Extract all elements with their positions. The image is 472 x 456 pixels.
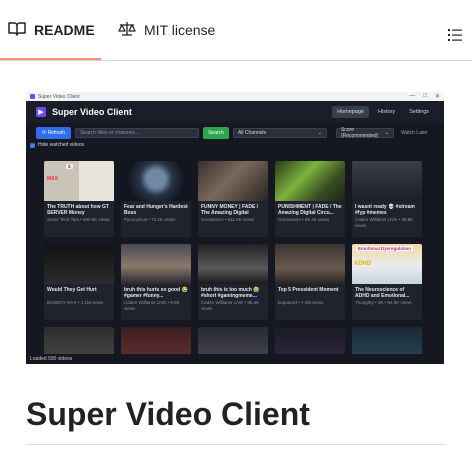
window-controls: — □ ✕ [409, 93, 440, 100]
window-titlebar: Super Video Client — □ ✕ [26, 92, 444, 101]
scale-icon [118, 21, 136, 40]
checkbox-checked-icon[interactable]: ✓ [30, 142, 35, 148]
video-thumbnail[interactable] [275, 244, 345, 284]
video-title[interactable]: bruh this hurts so good 😭 #gamer #funny.… [121, 284, 191, 299]
video-title[interactable]: Fear and Hunger's Hardest Boss [121, 201, 191, 216]
tab-readme-label: README [34, 22, 95, 38]
video-card[interactable]: I wasnt ready 💀 #stream #fyp #memes Cade… [352, 161, 422, 237]
app-icon [30, 94, 35, 99]
heading-divider [26, 444, 446, 445]
video-title[interactable]: I wasnt ready 💀 #stream #fyp #memes [352, 201, 422, 216]
video-card[interactable]: Top 5 Pressident Moment bsquared • 7.4M … [275, 244, 345, 320]
thumbnail-badge: Emotional Dysregulation [356, 246, 414, 251]
video-thumbnail[interactable] [198, 244, 268, 284]
nav-homepage[interactable]: Homepage [332, 106, 369, 118]
app-header: ▶ Super Video Client Homepage History Se… [26, 101, 444, 123]
sort-select-value: Score (Recommended) [340, 127, 379, 139]
search-input[interactable]: Search titles or channels... [75, 128, 200, 138]
maximize-icon[interactable]: □ [423, 93, 427, 100]
video-thumbnail[interactable] [121, 161, 191, 201]
video-meta: Some Tech Tips • 280.5K views [47, 217, 110, 222]
video-meta: Caden Williams LIVE • 85.4K views [201, 300, 260, 311]
app-screenshot: Super Video Client — □ ✕ ▶ Super Video C… [26, 92, 444, 364]
book-icon [8, 21, 26, 40]
video-meta: Caden Williams LIVE • 6.8K views [124, 300, 180, 311]
video-thumbnail[interactable]: MAX $ [44, 161, 114, 201]
toolbar: ⟳ Refresh Search titles or channels... S… [26, 123, 444, 141]
video-thumbnail[interactable] [275, 161, 345, 201]
nav-history[interactable]: History [373, 106, 400, 118]
video-title[interactable]: bruh this is too much 😭 #short #gamingme… [198, 284, 268, 299]
channel-select[interactable]: All Channels ⌄ [232, 128, 327, 138]
video-thumbnail[interactable]: Emotional Dysregulation ADHD [352, 244, 422, 284]
video-meta: bsquared • 7.4M views [278, 300, 324, 305]
refresh-button[interactable]: ⟳ Refresh [36, 127, 72, 139]
nav-settings[interactable]: Settings [404, 106, 434, 118]
search-button[interactable]: Search [203, 127, 229, 139]
video-card[interactable]: Fear and Hunger's Hardest Boss Pyrocynic… [121, 161, 191, 237]
watch-later-link[interactable]: Watch Later [401, 130, 428, 136]
list-icon[interactable] [448, 28, 462, 47]
video-card[interactable]: PUNISHMENT | FADE / The Amazing Digital … [275, 161, 345, 237]
video-meta: Gooseworx • 69.3K views [278, 217, 330, 222]
tab-readme[interactable]: README [8, 0, 95, 60]
active-tab-indicator [0, 58, 101, 60]
tab-license-label: MIT license [144, 22, 216, 38]
video-thumbnail[interactable] [198, 161, 268, 201]
video-meta: Caden Williams LIVE • 36.9K views [355, 217, 414, 228]
video-thumbnail[interactable] [121, 244, 191, 284]
hide-watched-label: Hide watched videos [38, 142, 85, 148]
video-card[interactable]: bruh this is too much 😭 #short #gamingme… [198, 244, 268, 320]
video-title[interactable]: FUNNY MONEY | FADE / The Amazing Digital… [198, 201, 268, 216]
video-card[interactable]: MAX $ The TRUTH about how GT SERVER Mone… [44, 161, 114, 237]
video-title[interactable]: Top 5 Pressident Moment [275, 284, 345, 299]
video-thumbnail[interactable] [352, 161, 422, 201]
video-title[interactable]: Would They Get Hurt [44, 284, 114, 299]
video-meta: Gooseworx • 511.6K views [201, 217, 255, 222]
video-card[interactable]: bruh this hurts so good 😭 #gamer #funny.… [121, 244, 191, 320]
chevron-down-icon: ⌄ [384, 130, 389, 136]
thumbnail-text: ADHD [354, 261, 372, 267]
video-thumbnail[interactable] [44, 244, 114, 284]
status-bar: Loaded 590 videos [26, 354, 444, 364]
play-logo-icon: ▶ [36, 107, 46, 117]
app-title: Super Video Client [52, 107, 132, 117]
video-card[interactable]: Emotional Dysregulation ADHD The Neurosc… [352, 244, 422, 320]
sort-select[interactable]: Score (Recommended) ⌄ [335, 127, 394, 139]
tab-license[interactable]: MIT license [118, 0, 215, 60]
minimize-icon[interactable]: — [409, 93, 415, 100]
close-icon[interactable]: ✕ [435, 93, 440, 100]
video-meta: Pyrocynical • 73.2K views [124, 217, 176, 222]
video-title[interactable]: The TRUTH about how GT SERVER Money [44, 201, 114, 216]
video-meta: BADBOY MAX • 1.1M views [47, 300, 104, 305]
video-card[interactable]: Would They Get Hurt BADBOY MAX • 1.1M vi… [44, 244, 114, 320]
window-title: Super Video Client [38, 93, 80, 100]
video-meta: Thoughty • 3K • 94.0K views [355, 300, 412, 305]
video-title[interactable]: PUNISHMENT | FADE / The Amazing Digital … [275, 201, 345, 216]
thumbnail-text: MAX [47, 176, 59, 182]
thumbnail-badge: $ [66, 164, 73, 169]
video-grid: MAX $ The TRUTH about how GT SERVER Mone… [44, 161, 422, 361]
chevron-down-icon: ⌄ [317, 130, 322, 136]
app-nav: Homepage History Settings [332, 106, 434, 118]
readme-tabs-bar: README MIT license [0, 0, 472, 61]
channel-select-value: All Channels [237, 130, 267, 136]
video-card[interactable]: FUNNY MONEY | FADE / The Amazing Digital… [198, 161, 268, 237]
readme-heading: Super Video Client [26, 396, 310, 432]
video-title[interactable]: The Neuroscience of ADHD and Emotional..… [352, 284, 422, 299]
hide-watched-toggle[interactable]: ✓ Hide watched videos [26, 141, 444, 149]
